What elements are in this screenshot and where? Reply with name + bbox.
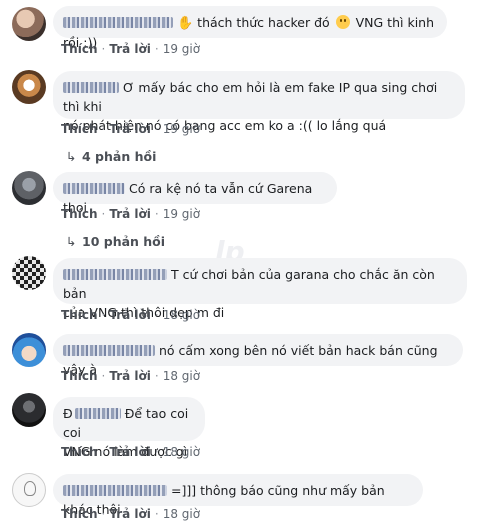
reply-link[interactable]: Trả lời xyxy=(109,42,151,56)
blurred-author-name[interactable] xyxy=(63,17,173,28)
reply-arrow-icon: ↳ xyxy=(66,149,77,164)
like-link[interactable]: Thích xyxy=(61,445,98,459)
replies-count[interactable]: 10 phản hồi xyxy=(82,234,165,249)
comment-actions: Thích · Trả lời · 19 giờ xyxy=(61,122,201,136)
blurred-author-name[interactable] xyxy=(63,485,167,496)
avatar[interactable] xyxy=(12,333,46,367)
timestamp[interactable]: 18 giờ xyxy=(163,308,200,322)
reply-arrow-icon: ↳ xyxy=(66,234,77,249)
comment-bubble: Ơ mấy bác cho em hỏi là em fake IP qua s… xyxy=(53,71,465,133)
comment-bubble: ✋ thách thức hacker đó VNG thì kinh rồi … xyxy=(53,6,447,50)
like-link[interactable]: Thích xyxy=(61,42,98,56)
comment-text: thách thức hacker đó xyxy=(197,15,330,30)
like-link[interactable]: Thích xyxy=(61,207,98,221)
comment-bubble: T cứ chơi bản của garana cho chắc ăn còn… xyxy=(53,258,467,320)
blurred-author-name[interactable] xyxy=(63,183,125,194)
timestamp[interactable]: 19 giờ xyxy=(163,122,200,136)
comment-actions: Thích · Trả lời · 18 giờ xyxy=(61,369,201,383)
timestamp[interactable]: 18 giờ xyxy=(163,507,200,521)
reply-link[interactable]: Trả lời xyxy=(109,122,151,136)
comment-bubble: nó cấm xong bên nó viết bản hack bán cũn… xyxy=(53,334,463,377)
reply-link[interactable]: Trả lời xyxy=(109,445,151,459)
avatar[interactable] xyxy=(12,7,46,41)
blurred-author-name[interactable] xyxy=(63,269,167,280)
default-profile-icon xyxy=(24,481,36,496)
avatar[interactable] xyxy=(12,473,46,507)
view-replies-link[interactable]: ↳ 4 phản hồi xyxy=(66,149,156,164)
blurred-author-name[interactable] xyxy=(63,82,119,93)
reply-link[interactable]: Trả lời xyxy=(109,369,151,383)
timestamp[interactable]: 19 giờ xyxy=(163,42,200,56)
timestamp[interactable]: 19 giờ xyxy=(163,207,200,221)
comment-actions: Thích · Trả lời · 18 giờ xyxy=(61,507,201,521)
avatar[interactable] xyxy=(12,256,46,290)
timestamp[interactable]: 18 giờ xyxy=(163,445,200,459)
author-initial[interactable]: Đ xyxy=(63,406,73,421)
blurred-author-name[interactable] xyxy=(63,345,155,356)
comment-text: Ơ mấy bác cho em hỏi là em fake IP qua s… xyxy=(63,80,438,114)
avatar[interactable] xyxy=(12,171,46,205)
like-link[interactable]: Thích xyxy=(61,507,98,521)
comment-actions: Thích · Trả lời · 19 giờ xyxy=(61,42,201,56)
slightly-smiling-face-icon xyxy=(335,15,350,29)
avatar[interactable] xyxy=(12,393,46,427)
like-link[interactable]: Thích xyxy=(61,308,98,322)
reply-link[interactable]: Trả lời xyxy=(109,507,151,521)
like-link[interactable]: Thích xyxy=(61,369,98,383)
comment-bubble: Đ Để tao coi coi VNG nó làm được gì xyxy=(53,397,205,459)
like-link[interactable]: Thích xyxy=(61,122,98,136)
comment-actions: Thích · Trả lời · 18 giờ xyxy=(61,445,201,459)
reply-link[interactable]: Trả lời xyxy=(109,308,151,322)
comment-actions: Thích · Trả lời · 19 giờ xyxy=(61,207,201,221)
comment-bubble: =]]] thông báo cũng như mấy bản khác thô… xyxy=(53,474,423,517)
comment-bubble: Có ra kệ nó ta vẫn cứ Garena thoi xyxy=(53,172,337,215)
reply-link[interactable]: Trả lời xyxy=(109,207,151,221)
waving-hand-icon: ✋ xyxy=(177,16,194,31)
replies-count[interactable]: 4 phản hồi xyxy=(82,149,156,164)
comment-actions: Thích · Trả lời · 18 giờ xyxy=(61,308,201,322)
timestamp[interactable]: 18 giờ xyxy=(163,369,200,383)
view-replies-link[interactable]: ↳ 10 phản hồi xyxy=(66,234,165,249)
avatar[interactable] xyxy=(12,70,46,104)
blurred-author-name[interactable] xyxy=(74,408,121,419)
